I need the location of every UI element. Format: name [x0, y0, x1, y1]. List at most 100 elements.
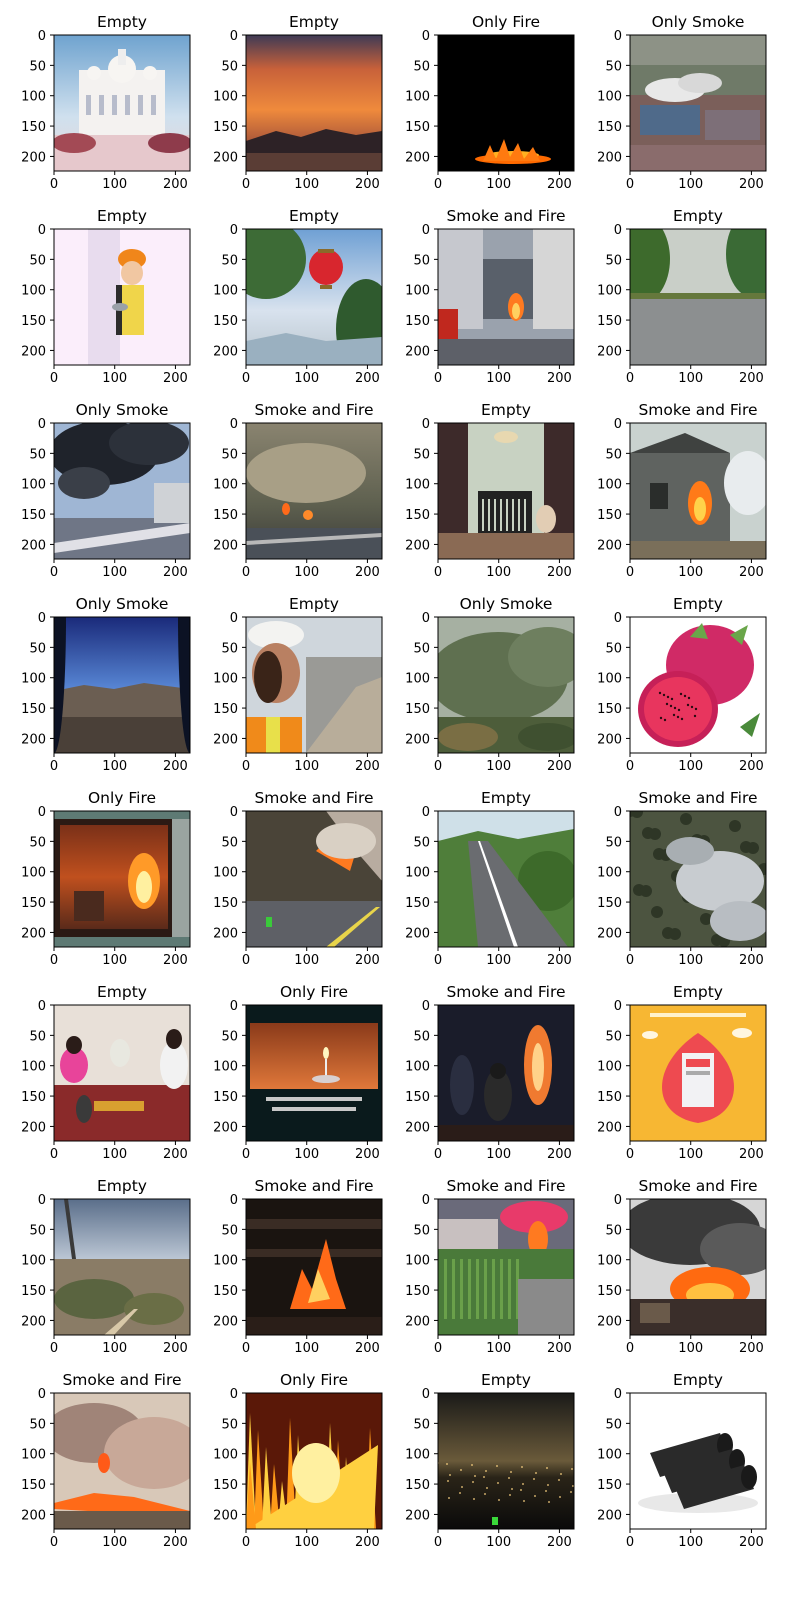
- y-tick-label: 0: [230, 1193, 238, 1208]
- y-tick-label: 50: [29, 641, 46, 656]
- firefighters-in-dark-room-image: [438, 1005, 574, 1141]
- y-tick-label: 200: [21, 1120, 46, 1135]
- y-tick-label: 0: [230, 29, 238, 44]
- y-tick-label: 0: [38, 29, 46, 44]
- x-tick-label: 100: [294, 371, 319, 386]
- x-tick-label: 0: [50, 177, 58, 192]
- x-tick-label: 0: [434, 1535, 442, 1550]
- x-tick-label: 100: [102, 759, 127, 774]
- wildfire-beside-highway-image: [246, 811, 382, 947]
- y-tick-label: 0: [38, 999, 46, 1014]
- y-tick-label: 50: [413, 253, 430, 268]
- burning-house-image: [630, 423, 766, 559]
- worker-with-orange-hardhat-image: [54, 229, 190, 365]
- y-tick-label: 100: [21, 1254, 46, 1269]
- x-tick-label: 100: [678, 953, 703, 968]
- x-tick-label: 100: [678, 565, 703, 580]
- x-tick-label: 0: [50, 1147, 58, 1162]
- y-tick-label: 0: [422, 805, 430, 820]
- y-tick-label: 50: [221, 835, 238, 850]
- x-tick-label: 0: [434, 1147, 442, 1162]
- x-tick-label: 0: [50, 1341, 58, 1356]
- y-tick-label: 200: [405, 150, 430, 165]
- panel-title: Only Fire: [280, 983, 348, 1001]
- people-at-workbench-image: [54, 1005, 190, 1141]
- y-tick-label: 200: [21, 1314, 46, 1329]
- y-tick-label: 150: [213, 120, 238, 135]
- x-tick-label: 0: [626, 371, 634, 386]
- y-tick-label: 150: [213, 1090, 238, 1105]
- y-tick-label: 150: [213, 1284, 238, 1299]
- y-tick-label: 150: [405, 120, 430, 135]
- factory-with-white-smoke-image: [630, 35, 766, 171]
- x-tick-label: 0: [242, 953, 250, 968]
- x-tick-label: 200: [355, 371, 380, 386]
- y-tick-label: 200: [213, 344, 238, 359]
- panel-title: Empty: [97, 13, 147, 31]
- y-tick-label: 150: [21, 120, 46, 135]
- x-tick-label: 100: [678, 177, 703, 192]
- y-tick-label: 150: [21, 1284, 46, 1299]
- small-flame-on-black-image: [438, 35, 574, 171]
- x-tick-label: 200: [739, 177, 764, 192]
- y-tick-label: 200: [405, 1120, 430, 1135]
- smoke-over-forest-aerial-image: [630, 811, 766, 947]
- x-tick-label: 0: [434, 565, 442, 580]
- x-tick-label: 0: [242, 1147, 250, 1162]
- y-tick-label: 50: [605, 1223, 622, 1238]
- panel-title: Empty: [673, 983, 723, 1001]
- y-tick-label: 100: [21, 672, 46, 687]
- x-tick-label: 200: [547, 565, 572, 580]
- y-tick-label: 200: [21, 538, 46, 553]
- fire-behind-garden-image: [438, 1199, 574, 1335]
- city-lights-at-night-image: [438, 1393, 574, 1529]
- panel-title: Empty: [673, 595, 723, 613]
- y-tick-label: 100: [405, 1060, 430, 1075]
- y-tick-label: 0: [422, 417, 430, 432]
- y-tick-label: 50: [413, 447, 430, 462]
- y-tick-label: 50: [29, 835, 46, 850]
- y-tick-label: 150: [597, 1090, 622, 1105]
- panel-title: Smoke and Fire: [62, 1371, 181, 1389]
- x-tick-label: 200: [739, 1535, 764, 1550]
- x-tick-label: 200: [163, 1147, 188, 1162]
- y-tick-label: 0: [614, 223, 622, 238]
- x-tick-label: 0: [434, 177, 442, 192]
- y-tick-label: 100: [597, 1060, 622, 1075]
- y-tick-label: 200: [597, 344, 622, 359]
- y-tick-label: 200: [21, 344, 46, 359]
- y-tick-label: 0: [422, 1387, 430, 1402]
- close-up-flames-image: [246, 1393, 382, 1529]
- x-tick-label: 0: [626, 953, 634, 968]
- y-tick-label: 200: [597, 150, 622, 165]
- y-tick-label: 50: [605, 1029, 622, 1044]
- y-tick-label: 150: [405, 508, 430, 523]
- y-tick-label: 0: [230, 805, 238, 820]
- y-tick-label: 0: [614, 805, 622, 820]
- dragon-fruit-image: [630, 617, 766, 753]
- x-tick-label: 0: [50, 371, 58, 386]
- y-tick-label: 100: [597, 478, 622, 493]
- y-tick-label: 50: [605, 253, 622, 268]
- x-tick-label: 0: [242, 565, 250, 580]
- y-tick-label: 50: [221, 641, 238, 656]
- x-tick-label: 0: [50, 759, 58, 774]
- panel-title: Only Fire: [88, 789, 156, 807]
- y-tick-label: 100: [597, 284, 622, 299]
- x-tick-label: 0: [626, 177, 634, 192]
- x-tick-label: 200: [355, 953, 380, 968]
- y-tick-label: 100: [213, 672, 238, 687]
- image-grid-figure: Empty 0 100 200 0 50 100 150 200 Empty 0 100 200 0 50 1…: [0, 0, 800, 1600]
- y-tick-label: 100: [213, 284, 238, 299]
- y-tick-label: 150: [405, 702, 430, 717]
- y-tick-label: 150: [21, 702, 46, 717]
- y-tick-label: 150: [405, 1090, 430, 1105]
- x-tick-label: 100: [486, 1341, 511, 1356]
- y-tick-label: 200: [597, 1120, 622, 1135]
- empty-road-with-trees-image: [630, 229, 766, 365]
- y-tick-label: 0: [422, 611, 430, 626]
- x-tick-label: 100: [102, 953, 127, 968]
- x-tick-label: 0: [626, 1341, 634, 1356]
- x-tick-label: 200: [355, 1535, 380, 1550]
- panel-title: Empty: [481, 789, 531, 807]
